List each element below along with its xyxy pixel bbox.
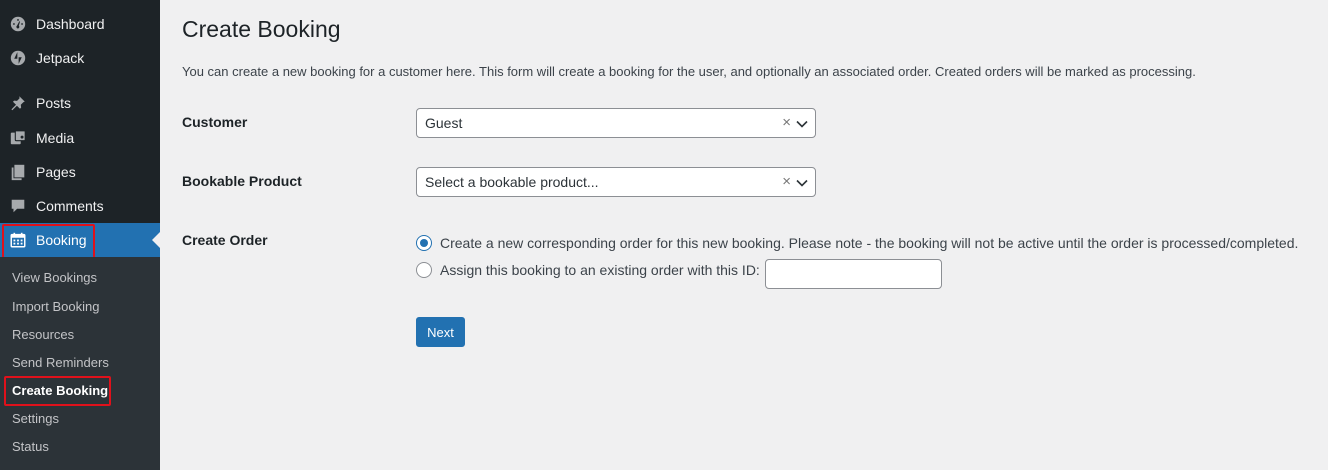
customer-select[interactable]: Guest × [416,108,816,138]
booking-submenu: View Bookings Import Booking Resources S… [0,257,160,470]
chevron-down-icon [796,115,808,131]
pin-icon [9,94,27,112]
bookable-product-label: Bookable Product [182,173,302,189]
chevron-down-icon [796,174,808,190]
submenu-create-booking[interactable]: Create Booking [12,382,108,400]
submenu-view-bookings[interactable]: View Bookings [12,269,97,287]
menu-item-pages[interactable]: Pages [0,155,160,189]
customer-label: Customer [182,114,248,130]
order-id-input[interactable] [765,259,942,289]
menu-label: Posts [36,95,72,111]
radio-new-order-row[interactable]: Create a new corresponding order for thi… [416,235,1298,251]
media-icon [9,129,27,147]
menu-item-posts[interactable]: Posts [0,86,160,120]
next-button[interactable]: Next [416,317,465,347]
radio-existing-order[interactable] [416,262,432,278]
admin-sidebar: Dashboard Jetpack Posts Media Pages Comm… [0,0,160,470]
menu-label: Comments [36,198,104,214]
menu-label: Booking [36,232,87,248]
submenu-send-reminders[interactable]: Send Reminders [12,354,109,372]
submenu-status[interactable]: Status [12,438,49,456]
dashboard-icon [9,15,27,33]
menu-label: Pages [36,164,76,180]
radio-existing-order-label: Assign this booking to an existing order… [440,262,760,278]
comment-icon [9,197,27,215]
bookable-product-placeholder: Select a bookable product... [425,174,599,190]
radio-new-order-label: Create a new corresponding order for thi… [440,235,1299,251]
menu-item-booking[interactable]: Booking [0,223,160,257]
menu-label: Dashboard [36,16,105,32]
clear-icon[interactable]: × [782,115,791,130]
radio-new-order[interactable] [416,235,432,251]
pages-icon [9,163,27,181]
submenu-settings[interactable]: Settings [12,410,59,428]
jetpack-icon [9,49,27,67]
menu-item-comments[interactable]: Comments [0,189,160,223]
menu-item-media[interactable]: Media [0,121,160,155]
bookable-product-select[interactable]: Select a bookable product... × [416,167,816,197]
radio-existing-order-row[interactable]: Assign this booking to an existing order… [416,262,760,278]
clear-icon[interactable]: × [782,174,791,189]
submenu-import-booking[interactable]: Import Booking [12,298,99,316]
submenu-resources[interactable]: Resources [12,326,74,344]
menu-item-jetpack[interactable]: Jetpack [0,41,160,75]
menu-label: Media [36,130,75,146]
intro-text: You can create a new booking for a custo… [182,64,1196,79]
page-title: Create Booking [182,16,341,42]
create-order-label: Create Order [182,232,268,248]
customer-select-value: Guest [425,115,463,131]
menu-item-dashboard[interactable]: Dashboard [0,7,160,41]
menu-label: Jetpack [36,50,85,66]
calendar-icon [9,231,27,249]
